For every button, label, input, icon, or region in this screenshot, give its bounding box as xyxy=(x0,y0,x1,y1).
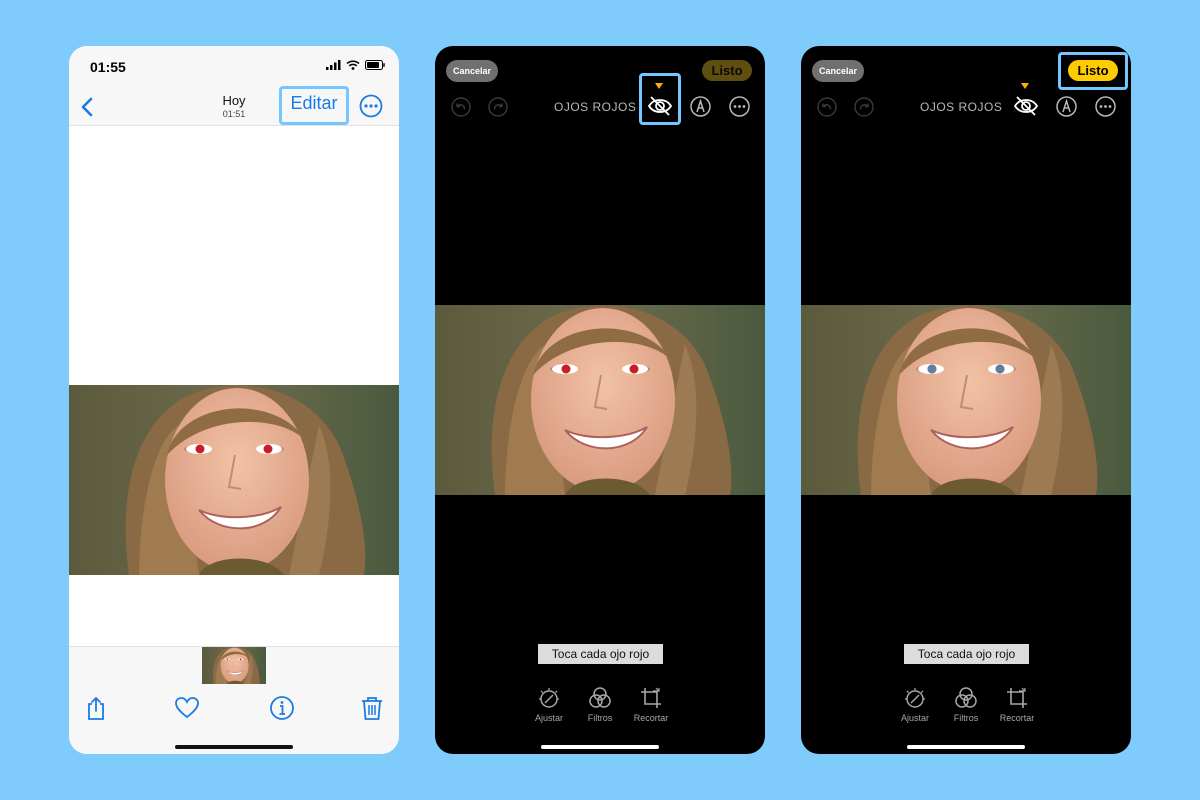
battery-icon xyxy=(365,60,385,70)
crop-tool[interactable]: Recortar xyxy=(626,686,676,723)
share-icon[interactable] xyxy=(83,695,109,721)
wifi-icon xyxy=(346,60,360,70)
redo-icon[interactable] xyxy=(488,97,508,117)
crop-label: Recortar xyxy=(633,713,669,723)
editor-before-screen: Cancelar Listo OJOS ROJOS Toca cada ojo … xyxy=(435,46,765,754)
adjust-tool[interactable]: Ajustar xyxy=(524,686,574,723)
markup-pen-icon[interactable] xyxy=(1056,96,1077,117)
done-button-highlight xyxy=(1058,52,1128,90)
photo-viewer-screen: 01:55 Hoy 01:51 Editar xyxy=(69,46,399,754)
active-tool-indicator xyxy=(1021,83,1029,89)
editor-after-screen: Cancelar Listo OJOS ROJOS Toca cada ojo … xyxy=(801,46,1131,754)
crop-icon xyxy=(1007,687,1027,708)
undo-icon[interactable] xyxy=(817,97,837,117)
right-eye-corrected xyxy=(995,364,1005,374)
edit-button-highlight xyxy=(279,86,349,125)
crop-label: Recortar xyxy=(999,713,1035,723)
signal-icon xyxy=(326,60,341,70)
left-eye-corrected xyxy=(927,364,937,374)
status-bar: 01:55 xyxy=(69,46,399,88)
photo-canvas xyxy=(69,126,399,646)
adjust-label: Ajustar xyxy=(900,713,929,723)
home-indicator[interactable] xyxy=(907,745,1025,749)
nav-title-group: Hoy 01:51 xyxy=(69,93,399,119)
mode-label: OJOS ROJOS xyxy=(920,100,1003,114)
undo-icon[interactable] xyxy=(451,97,471,117)
heart-icon[interactable] xyxy=(174,695,200,721)
crop-tool[interactable]: Recortar xyxy=(992,686,1042,723)
trash-icon[interactable] xyxy=(359,695,385,721)
cancel-button[interactable]: Cancelar xyxy=(446,60,498,82)
adjust-label: Ajustar xyxy=(534,713,563,723)
photo-thumbnail[interactable] xyxy=(202,647,266,684)
ellipsis-circle-icon[interactable] xyxy=(359,94,383,118)
filters-icon xyxy=(955,687,977,708)
viewer-toolbar xyxy=(69,646,399,754)
adjust-dial-icon xyxy=(539,688,559,708)
filters-tool[interactable]: Filtros xyxy=(941,686,991,723)
crop-icon xyxy=(641,687,661,708)
nav-subtitle: 01:51 xyxy=(222,109,246,119)
status-time: 01:55 xyxy=(90,59,126,75)
portrait-photo-corrected[interactable] xyxy=(801,305,1131,495)
home-indicator[interactable] xyxy=(175,745,293,749)
adjust-dial-icon xyxy=(905,688,925,708)
filters-tool[interactable]: Filtros xyxy=(575,686,625,723)
red-eye-icon[interactable] xyxy=(1013,95,1039,117)
hint-label: Toca cada ojo rojo xyxy=(538,644,663,664)
redo-icon[interactable] xyxy=(854,97,874,117)
navigation-bar: Hoy 01:51 Editar xyxy=(69,86,399,126)
markup-pen-icon[interactable] xyxy=(690,96,711,117)
filters-label: Filtros xyxy=(953,713,979,723)
adjust-tool[interactable]: Ajustar xyxy=(890,686,940,723)
info-icon[interactable] xyxy=(269,695,295,721)
cancel-button[interactable]: Cancelar xyxy=(812,60,864,82)
ellipsis-circle-icon[interactable] xyxy=(729,96,750,117)
status-icons xyxy=(326,60,385,70)
mode-label: OJOS ROJOS xyxy=(554,100,637,114)
filters-label: Filtros xyxy=(587,713,613,723)
portrait-photo[interactable] xyxy=(435,305,765,495)
done-button[interactable]: Listo xyxy=(702,60,752,81)
hint-label: Toca cada ojo rojo xyxy=(904,644,1029,664)
nav-title: Hoy xyxy=(222,93,246,108)
portrait-photo[interactable] xyxy=(69,385,399,575)
home-indicator[interactable] xyxy=(541,745,659,749)
red-eye-tool-highlight xyxy=(639,73,681,125)
filters-icon xyxy=(589,687,611,708)
ellipsis-circle-icon[interactable] xyxy=(1095,96,1116,117)
